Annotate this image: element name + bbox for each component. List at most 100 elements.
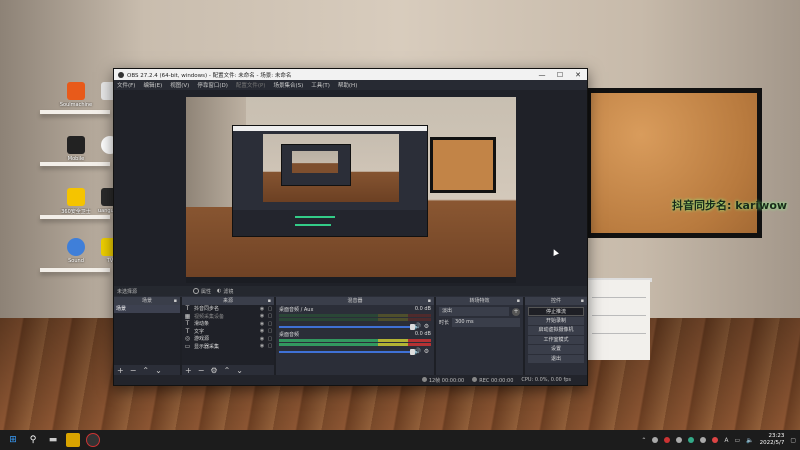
add-transition-button[interactable]: +: [512, 307, 520, 316]
source-item[interactable]: ▦ 视频采集设备 ◉ ▢: [182, 313, 274, 321]
system-tray: ⌃ A ▭ 🔈 23:23 2022/5/7 ▢: [641, 430, 796, 450]
add-source-button[interactable]: +: [185, 366, 192, 375]
duration-input[interactable]: 300 ms: [452, 318, 520, 327]
source-item[interactable]: T 滑动条 ◉ ▢: [182, 320, 274, 328]
menu-view[interactable]: 视图(V): [170, 81, 189, 89]
unlock-icon[interactable]: ▢: [266, 321, 274, 327]
dock-float-icon[interactable]: ▪: [517, 297, 520, 305]
move-up-button[interactable]: ⌃: [142, 366, 149, 375]
mixer-channel: 桌面音频 / Aux 0.0 dB 🔊 ⚙: [279, 306, 431, 330]
tray-app-icon[interactable]: [688, 437, 695, 443]
start-recording-button[interactable]: 开始录制: [528, 316, 584, 325]
gear-icon[interactable]: ⚙: [422, 323, 431, 330]
source-item[interactable]: T 文字 ◉ ▢: [182, 328, 274, 336]
menu-edit[interactable]: 编辑(E): [143, 81, 162, 89]
exit-button[interactable]: 退出: [528, 354, 584, 363]
dock-float-icon[interactable]: ▪: [174, 297, 177, 305]
file-explorer-icon[interactable]: [66, 433, 80, 447]
studio-mode-button[interactable]: 工作室模式: [528, 335, 584, 344]
eye-icon[interactable]: ◉: [258, 343, 266, 349]
volume-meter: [279, 318, 431, 321]
source-item[interactable]: ◎ 游戏源 ◉ ▢: [182, 335, 274, 343]
tray-app-icon[interactable]: [676, 437, 683, 443]
filters-button[interactable]: ◐ 滤镜: [217, 288, 233, 295]
dock-float-icon[interactable]: ▪: [581, 297, 584, 305]
gamepad-source-icon: ◎: [184, 335, 191, 343]
live-indicator-icon: [421, 376, 427, 382]
tray-app-icon[interactable]: [712, 437, 719, 443]
status-bar: 12帧 00:00:00 REC 00:00:00 CPU: 0.0%, 0.0…: [114, 375, 587, 385]
obs-logo-icon: [118, 71, 124, 78]
eye-icon[interactable]: ◉: [258, 306, 266, 312]
unlock-icon[interactable]: ▢: [266, 313, 274, 319]
unlock-icon[interactable]: ▢: [266, 343, 274, 349]
menu-file[interactable]: 文件(F): [117, 81, 135, 89]
volume-meter: [279, 314, 431, 317]
controls-dock: 控件 ▪ 停止推流 开始录制 启动虚拟摄像机 工作室模式 设置 退出: [525, 297, 587, 375]
wallpaper-cabinet: [586, 280, 650, 360]
rec-status: REC 00:00:00: [472, 376, 513, 384]
search-icon[interactable]: ⚲: [26, 433, 40, 447]
tray-app-icon[interactable]: [664, 437, 671, 443]
unlock-icon[interactable]: ▢: [266, 336, 274, 342]
tray-app-icon[interactable]: [652, 437, 659, 443]
minimize-button[interactable]: —: [533, 71, 551, 79]
app-icon: [67, 82, 85, 100]
dock-float-icon[interactable]: ▪: [268, 297, 271, 305]
eye-icon[interactable]: ◉: [258, 321, 266, 327]
eye-icon[interactable]: ◉: [258, 313, 266, 319]
notification-icon[interactable]: ▢: [790, 437, 796, 444]
eye-icon[interactable]: ◉: [258, 336, 266, 342]
sources-dock: 来源 ▪ T 抖音同步名 ◉ ▢ ▦ 视频采集设备 ◉ ▢ T 滑动条 ◉ ▢ T 文字 ◉ ▢ ◎ 游戏源…: [182, 297, 274, 375]
start-virtual-camera-button[interactable]: 启动虚拟摄像机: [528, 326, 584, 335]
menu-help[interactable]: 帮助(H): [338, 81, 357, 89]
source-item[interactable]: T 抖音同步名 ◉ ▢: [182, 305, 274, 313]
maximize-button[interactable]: ☐: [551, 71, 569, 79]
settings-button[interactable]: 设置: [528, 345, 584, 354]
stop-streaming-button[interactable]: 停止推流: [528, 307, 584, 316]
text-source-icon: T: [185, 305, 190, 313]
source-properties-gear-icon[interactable]: ⚙: [210, 366, 217, 375]
controls-header: 控件 ▪: [525, 297, 587, 305]
no-source-selected-label: 未选择源: [117, 288, 138, 295]
volume-icon[interactable]: 🔈: [746, 437, 753, 444]
taskbar-clock[interactable]: 23:23 2022/5/7: [760, 433, 785, 447]
task-view-icon[interactable]: ▬: [46, 433, 60, 447]
taskbar: ⊞ ⚲ ▬ ⌃ A ▭ 🔈 23:23 2022/5/7 ▢: [0, 430, 800, 450]
close-button[interactable]: ✕: [569, 71, 587, 79]
move-down-button[interactable]: ⌄: [236, 366, 243, 375]
language-indicator[interactable]: A: [724, 437, 728, 444]
dock-float-icon[interactable]: ▪: [428, 297, 431, 305]
unlock-icon[interactable]: ▢: [266, 306, 274, 312]
menu-docks[interactable]: 停靠窗口(D): [197, 81, 228, 89]
unlock-icon[interactable]: ▢: [266, 328, 274, 334]
network-icon[interactable]: ▭: [734, 437, 740, 444]
remove-scene-button[interactable]: −: [130, 366, 137, 375]
obs-taskbar-icon[interactable]: [86, 433, 100, 447]
transition-select[interactable]: 淡出: [439, 307, 509, 316]
gear-icon[interactable]: ⚙: [422, 348, 431, 355]
windows-start-icon[interactable]: ⊞: [6, 433, 20, 447]
remove-source-button[interactable]: −: [198, 366, 205, 375]
move-down-button[interactable]: ⌄: [155, 366, 162, 375]
move-up-button[interactable]: ⌃: [224, 366, 231, 375]
menu-tools[interactable]: 工具(T): [311, 81, 330, 89]
text-source-icon: T: [185, 327, 190, 335]
volume-slider[interactable]: [279, 323, 415, 330]
properties-button[interactable]: 属性: [193, 288, 211, 295]
source-item[interactable]: ▭ 显示器采集 ◉ ▢: [182, 343, 274, 351]
volume-slider[interactable]: [279, 348, 415, 355]
text-source-icon: T: [185, 320, 190, 328]
add-scene-button[interactable]: +: [117, 366, 124, 375]
scene-item[interactable]: 场景: [114, 305, 180, 313]
menu-scene-collection[interactable]: 场景集合(S): [273, 81, 303, 89]
volume-meter: [279, 343, 431, 346]
obs-titlebar[interactable]: OBS 27.2.4 (64-bit, windows) - 配置文件: 未命名…: [114, 69, 587, 80]
scenes-header: 场景 ▪: [114, 297, 180, 305]
menu-profile[interactable]: 配置文件(P): [236, 81, 266, 89]
tray-app-icon[interactable]: [700, 437, 707, 443]
eye-icon[interactable]: ◉: [258, 328, 266, 334]
tray-chevron-icon[interactable]: ⌃: [641, 437, 646, 444]
nested-obs-preview: [232, 125, 428, 237]
preview-canvas[interactable]: [186, 97, 516, 283]
